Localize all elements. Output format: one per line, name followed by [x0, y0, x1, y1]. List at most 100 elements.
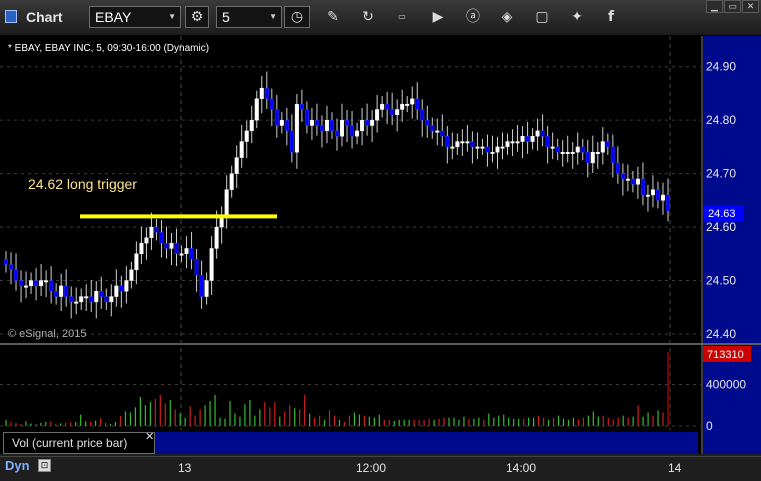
candle-up [560, 152, 565, 154]
candle-down [610, 146, 615, 164]
chevron-down-icon[interactable]: ▼ [168, 7, 176, 27]
candle-down [585, 152, 590, 164]
candle-up [24, 285, 29, 288]
clock-icon[interactable]: ◷ [284, 6, 310, 28]
candle-down [174, 242, 179, 255]
minimize-icon[interactable]: ▁ [706, 0, 723, 13]
x-tick-label: 13 [178, 461, 192, 475]
play-icon[interactable]: ▶ [428, 7, 448, 27]
candle-down [164, 242, 169, 249]
volume-axis-strip [155, 432, 698, 454]
candle-down [274, 109, 279, 126]
tag-icon[interactable]: ◈ [497, 7, 517, 27]
candle-up [239, 141, 244, 158]
volume-study-label[interactable]: Vol (current price bar) [3, 432, 155, 454]
candle-up [495, 146, 500, 153]
draw-icon[interactable]: ✎ [323, 7, 343, 27]
candle-up [490, 152, 495, 154]
title-bar: Chart EBAY ▼ ⚙ 5 ▼ ◷ ✎ ↻ ▭ ▶ ⓐ ◈ ▢ ✦ f ▁… [0, 0, 761, 36]
y-tick-label: 24.60 [706, 220, 736, 234]
close-icon[interactable]: ✕ [742, 0, 759, 13]
candle-up [259, 87, 264, 99]
candle-up [249, 119, 254, 132]
candle-up [370, 119, 375, 126]
candle-up [405, 103, 410, 106]
symbol-value: EBAY [95, 9, 132, 25]
twitter-icon[interactable]: ✦ [567, 7, 587, 27]
candle-up [450, 146, 455, 149]
candle-down [420, 109, 425, 121]
candle-up [109, 296, 114, 303]
candle-up [660, 194, 665, 201]
chart-app-icon [5, 10, 17, 23]
symbol-field[interactable]: EBAY ▼ [89, 6, 181, 28]
candle-up [129, 269, 134, 281]
candle-up [435, 130, 440, 133]
refresh-icon[interactable]: ↻ [358, 7, 378, 27]
candle-up [575, 146, 580, 153]
candle-up [74, 301, 79, 304]
mode-label[interactable]: Dyn [5, 458, 30, 473]
candle-down [440, 130, 445, 137]
candle-up [254, 98, 259, 121]
candle-down [19, 280, 24, 287]
candle-down [615, 162, 620, 174]
y-tick-label: 24.80 [706, 113, 736, 127]
candle-down [14, 269, 19, 281]
candle-up [500, 146, 505, 149]
candle-up [645, 194, 650, 197]
candle-up [169, 242, 174, 249]
candle-down [69, 296, 74, 303]
candle-up [134, 253, 139, 271]
candle-up [204, 280, 209, 297]
candle-up [144, 237, 149, 244]
close-icon[interactable]: ✕ [145, 430, 154, 443]
candle-down [189, 248, 194, 260]
candle-down [605, 141, 610, 148]
candle-up [625, 178, 630, 181]
grid [0, 36, 702, 430]
candle-up [515, 141, 520, 144]
x-tick-label: 12:00 [356, 461, 387, 475]
candle-up [114, 285, 119, 297]
alert-icon[interactable]: ⓐ [463, 7, 483, 27]
x-tick-label: 14 [668, 461, 682, 475]
candle-up [475, 146, 480, 149]
chevron-down-icon[interactable]: ▼ [269, 7, 277, 27]
candle-down [159, 232, 164, 244]
candle-down [485, 146, 490, 153]
candle-up [179, 253, 184, 256]
price-tag-label: 24.63 [708, 208, 736, 220]
candle-down [415, 98, 420, 110]
candle-up [505, 141, 510, 148]
candle-down [49, 280, 54, 292]
get-icon[interactable]: ▭ [392, 7, 412, 27]
candle-down [199, 274, 204, 297]
candle-up [460, 141, 465, 144]
y-tick-label: 24.70 [706, 167, 736, 181]
candle-up [510, 141, 515, 144]
candle-down [620, 173, 625, 180]
chart-header: * EBAY, EBAY INC, 5, 09:30-16:00 (Dynami… [8, 43, 209, 54]
chart-canvas[interactable]: 24.90 24.80 24.70 24.60 24.50 24.40 400000 0 * … [0, 36, 761, 454]
facebook-icon[interactable]: f [601, 7, 621, 27]
candle-down [264, 87, 269, 99]
chart-area[interactable]: 24.90 24.80 24.70 24.60 24.50 24.40 400000 0 * … [0, 36, 761, 454]
candle-up [650, 189, 655, 196]
candle-up [340, 119, 345, 137]
interval-field[interactable]: 5 ▼ [216, 6, 282, 28]
lock-icon[interactable]: ⊡ [38, 459, 51, 472]
chat-icon[interactable]: ▢ [532, 7, 552, 27]
candle-up [600, 141, 605, 153]
settings-icon[interactable]: ⚙ [185, 6, 209, 28]
candle-down [666, 194, 671, 212]
candle-up [279, 119, 284, 126]
maximize-icon[interactable]: ▭ [724, 0, 741, 13]
candle-up [530, 136, 535, 142]
candle-up [294, 103, 299, 153]
x-tick-label: 14:00 [506, 461, 537, 475]
candle-up [550, 146, 555, 149]
candle-up [214, 226, 219, 249]
candle-up [234, 157, 239, 174]
candle-up [595, 152, 600, 154]
